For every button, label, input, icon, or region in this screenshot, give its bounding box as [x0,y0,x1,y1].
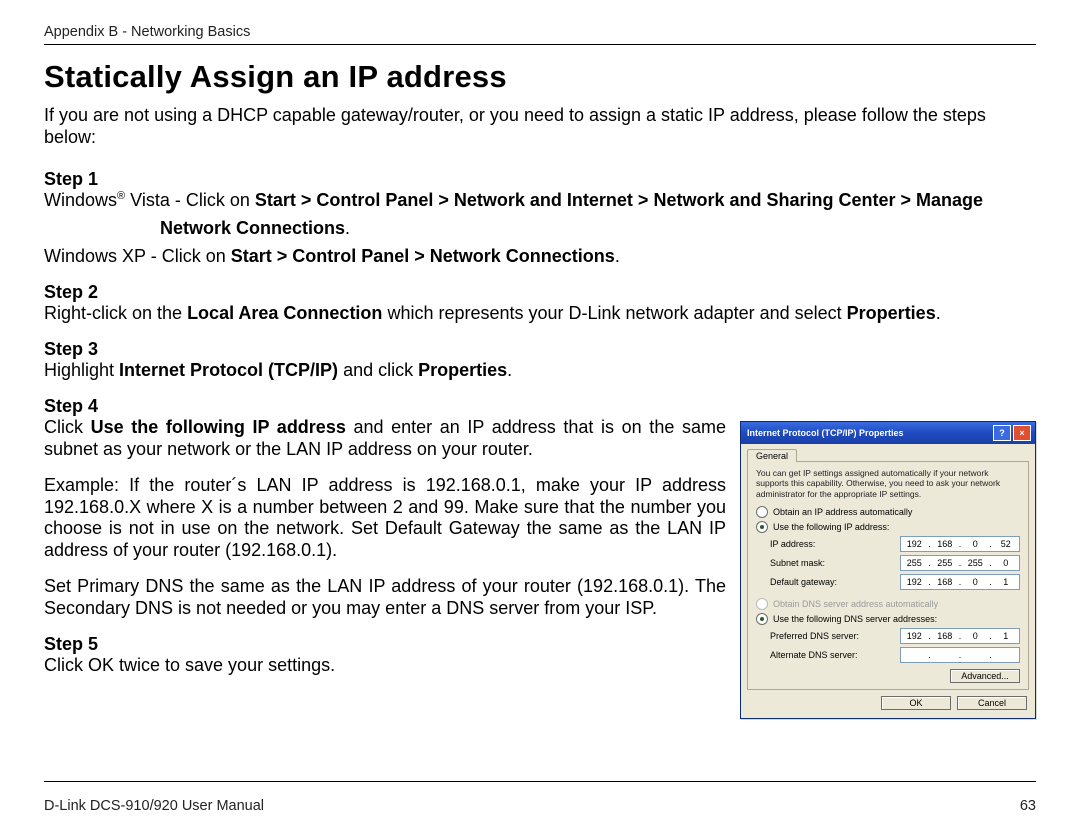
radio-obtain-dns-auto: Obtain DNS server address automatically [756,598,1020,610]
default-gateway-label: Default gateway: [770,577,900,587]
radio-use-ip-label: Use the following IP address: [773,522,889,532]
step-2-label: Step 2 [44,282,1036,303]
oct: 255 [901,558,928,568]
step-1-vista-pre: Windows [44,190,117,210]
step-1-vista-mid: Vista - Click on [125,190,255,210]
step-1-vista: Windows® Vista - Click on Start > Contro… [44,190,1036,212]
radio-selected-icon [756,521,768,533]
step-1-xp-pre: Windows XP - Click on [44,246,231,266]
radio-selected-icon [756,613,768,625]
radio-obtain-ip-auto[interactable]: Obtain an IP address automatically [756,506,1020,518]
oct: 1 [993,577,1020,587]
preferred-dns-row: Preferred DNS server: 192. 168. 0. 1 [770,628,1020,644]
ip-address-label: IP address: [770,539,900,549]
step-4-body: Click Use the following IP address and e… [44,417,726,461]
step-3-end: . [507,360,512,380]
footer-page: 63 [1020,798,1036,814]
dialog-title: Internet Protocol (TCP/IP) Properties [747,428,904,438]
tab-general[interactable]: General [747,449,797,462]
oct: 192 [901,577,928,587]
intro-text: If you are not using a DHCP capable gate… [44,105,1036,149]
step-4-dns: Set Primary DNS the same as the LAN IP a… [44,576,726,620]
oct: 192 [901,631,928,641]
step-2-body: Right-click on the Local Area Connection… [44,303,1036,325]
step-5-body: Click OK twice to save your settings. [44,655,726,677]
ip-address-row: IP address: 192. 168. 0. 52 [770,536,1020,552]
dialog-hint: You can get IP settings assigned automat… [756,468,1020,500]
ip-address-input[interactable]: 192. 168. 0. 52 [900,536,1020,552]
oct: 0 [962,631,989,641]
footer-rule [44,781,1036,782]
step-3-body: Highlight Internet Protocol (TCP/IP) and… [44,360,1036,382]
oct: 0 [962,577,989,587]
dialog-titlebar[interactable]: Internet Protocol (TCP/IP) Properties ? … [741,422,1035,444]
radio-use-ip[interactable]: Use the following IP address: [756,521,1020,533]
step-1-vista-cont: Network Connections. [44,218,1036,240]
oct: 255 [962,558,989,568]
step-4-pre: Click [44,417,91,437]
help-icon[interactable]: ? [993,425,1011,441]
preferred-dns-label: Preferred DNS server: [770,631,900,641]
tcpip-properties-dialog: Internet Protocol (TCP/IP) Properties ? … [740,421,1036,719]
alternate-dns-label: Alternate DNS server: [770,650,900,660]
step-1-label: Step 1 [44,169,1036,190]
step-4-example: Example: If the router´s LAN IP address … [44,475,726,563]
page-title: Statically Assign an IP address [44,59,1036,95]
default-gateway-row: Default gateway: 192. 168. 0. 1 [770,574,1020,590]
step-1-xp-end: . [615,246,620,266]
oct: 168 [932,631,959,641]
subnet-mask-input[interactable]: 255. 255. 255. 0 [900,555,1020,571]
step-2-bold2: Properties [847,303,936,323]
step-2-pre: Right-click on the [44,303,187,323]
alternate-dns-input[interactable]: . . . [900,647,1020,663]
registered-icon: ® [117,190,125,202]
step-3-pre: Highlight [44,360,119,380]
step-3-label: Step 3 [44,339,1036,360]
radio-disabled-icon [756,598,768,610]
footer-manual: D-Link DCS-910/920 User Manual [44,798,264,814]
close-icon[interactable]: × [1013,425,1031,441]
oct: 0 [993,558,1020,568]
header-rule [44,44,1036,45]
step-1-vista-end: . [345,218,350,238]
step-1-xp: Windows XP - Click on Start > Control Pa… [44,246,1036,268]
step-3-bold1: Internet Protocol (TCP/IP) [119,360,338,380]
oct: 192 [901,539,928,549]
header-appendix: Appendix B - Networking Basics [44,24,1036,40]
step-2-bold1: Local Area Connection [187,303,382,323]
oct: 52 [993,539,1020,549]
oct: 1 [993,631,1020,641]
step-1-vista-path: Start > Control Panel > Network and Inte… [255,190,983,210]
step-4-label: Step 4 [44,396,1036,417]
radio-use-dns[interactable]: Use the following DNS server addresses: [756,613,1020,625]
radio-obtain-ip-auto-label: Obtain an IP address automatically [773,507,912,517]
default-gateway-input[interactable]: 192. 168. 0. 1 [900,574,1020,590]
ok-button[interactable]: OK [881,696,951,710]
step-3-mid: and click [338,360,418,380]
step-4-bold1: Use the following IP address [91,417,346,437]
step-5-label: Step 5 [44,634,726,655]
radio-use-dns-label: Use the following DNS server addresses: [773,614,937,624]
oct: 168 [932,577,959,587]
oct: 255 [932,558,959,568]
step-1-vista-cont-bold: Network Connections [160,218,345,238]
subnet-mask-row: Subnet mask: 255. 255. 255. 0 [770,555,1020,571]
step-3-bold2: Properties [418,360,507,380]
cancel-button[interactable]: Cancel [957,696,1027,710]
subnet-mask-label: Subnet mask: [770,558,900,568]
radio-obtain-dns-auto-label: Obtain DNS server address automatically [773,599,938,609]
alternate-dns-row: Alternate DNS server: . . . [770,647,1020,663]
preferred-dns-input[interactable]: 192. 168. 0. 1 [900,628,1020,644]
radio-icon [756,506,768,518]
advanced-button[interactable]: Advanced... [950,669,1020,683]
oct: 168 [932,539,959,549]
step-1-xp-path: Start > Control Panel > Network Connecti… [231,246,615,266]
step-2-end: . [936,303,941,323]
step-2-mid: which represents your D-Link network ada… [382,303,846,323]
dialog-body: You can get IP settings assigned automat… [747,461,1029,690]
oct: 0 [962,539,989,549]
